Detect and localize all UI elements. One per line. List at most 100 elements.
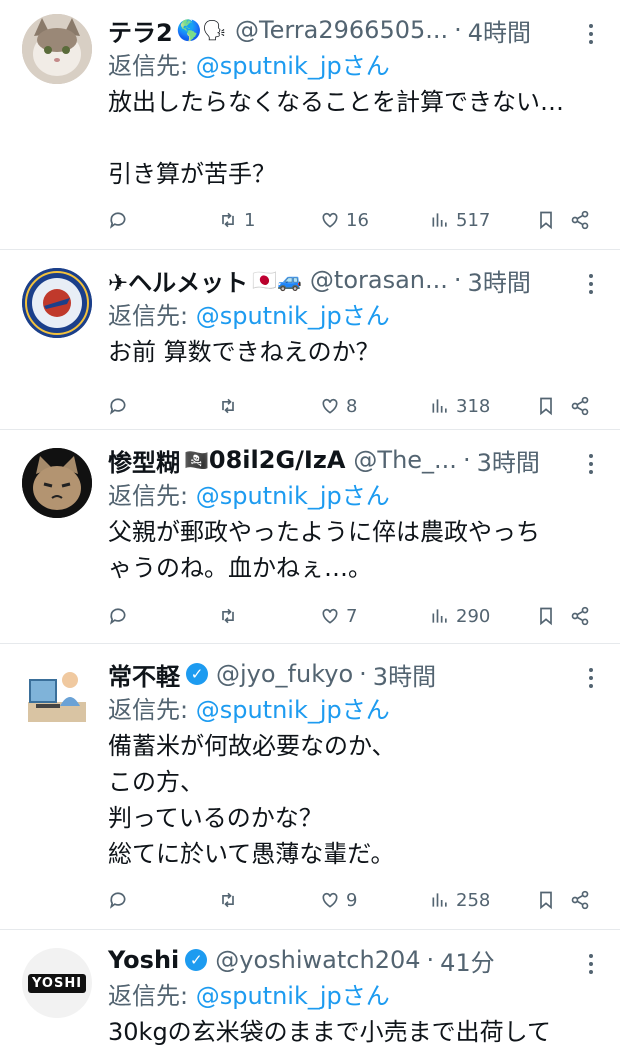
reply-context: 返信先: @sputnik_jpさん (108, 692, 620, 728)
like-count: 16 (346, 209, 369, 231)
retweet-icon (222, 892, 234, 908)
bookmark-button[interactable] (536, 596, 556, 636)
flight-group-emblem-icon[interactable] (22, 268, 92, 338)
tweet-actions: 7 290 (108, 596, 620, 646)
tweet-actions: 8 318 (108, 386, 620, 436)
like-count: 8 (346, 395, 358, 417)
share-button[interactable] (570, 880, 590, 920)
timestamp[interactable]: 3時間 (477, 443, 540, 478)
retweet-button[interactable] (218, 596, 244, 636)
heart-icon (322, 212, 338, 228)
like-button[interactable]: 16 (320, 200, 369, 240)
bookmark-icon (540, 891, 552, 910)
verified-badge-icon: ✓ (185, 949, 208, 971)
tweet[interactable]: ✈ヘルメット 🇯🇵🚙 @torasan... · 3時間 返信先: @sputn… (0, 250, 620, 430)
more-options-icon[interactable] (586, 954, 596, 974)
display-name-suffix[interactable]: 08il2G/IzA (209, 446, 346, 474)
separator-dot: · (426, 946, 435, 974)
reply-prefix: 返信先: (108, 302, 196, 330)
reply-button[interactable] (108, 596, 128, 636)
like-button[interactable]: 9 (320, 880, 357, 920)
retweet-count: 1 (244, 209, 256, 231)
like-count: 7 (346, 605, 358, 627)
display-name[interactable]: テラ2 (108, 13, 173, 48)
reply-mention[interactable]: @sputnik_jpさん (196, 482, 390, 510)
tweet-actions: 9 258 (108, 880, 620, 930)
tweet-text: 父親が郵政やったように倅は農政やっち ゃうのね。血かねぇ…。 (108, 518, 540, 582)
display-name[interactable]: ✈ヘルメット (108, 263, 248, 298)
reply-prefix: 返信先: (108, 482, 196, 510)
share-button[interactable] (570, 596, 590, 636)
user-handle[interactable]: @jyo_fukyo (216, 660, 353, 688)
views-chart-icon (432, 893, 447, 907)
views-button[interactable]: 290 (430, 596, 490, 636)
share-button[interactable] (570, 200, 590, 240)
retweet-button[interactable] (218, 880, 244, 920)
separator-dot: · (462, 446, 471, 474)
avatar-logo-text: YOSHI (27, 973, 87, 993)
tweet-header: Yoshi ✓ @yoshiwatch204 · 41分 (108, 942, 620, 978)
reply-mention[interactable]: @sputnik_jpさん (196, 982, 390, 1010)
tweet[interactable]: 惨型糊 🏴‍☠️ 08il2G/IzA @The_... · 3時間 返信先: … (0, 430, 620, 644)
cat-illustration-icon[interactable] (22, 448, 92, 518)
reply-context: 返信先: @sputnik_jpさん (108, 48, 620, 84)
comment-icon (109, 608, 126, 625)
views-button[interactable]: 517 (430, 200, 490, 240)
yoshi-logo-icon[interactable]: YOSHI (22, 948, 92, 1018)
timestamp[interactable]: 3時間 (373, 657, 436, 692)
heart-icon (322, 398, 338, 414)
reply-prefix: 返信先: (108, 982, 196, 1010)
separator-dot: · (359, 660, 367, 688)
tweet[interactable]: YOSHI Yoshi ✓ @yoshiwatch204 · 41分 返信先: … (0, 930, 620, 1055)
more-options-icon[interactable] (586, 454, 596, 474)
reply-mention[interactable]: @sputnik_jpさん (196, 52, 390, 80)
reply-button[interactable] (108, 386, 128, 426)
view-count: 517 (456, 209, 491, 231)
user-handle[interactable]: @Terra2966505... (235, 16, 448, 44)
user-handle[interactable]: @yoshiwatch204 (215, 946, 420, 974)
timestamp[interactable]: 41分 (440, 943, 495, 978)
display-name[interactable]: 常不軽 (108, 657, 180, 692)
view-count: 318 (456, 395, 491, 417)
tweet[interactable]: テラ2 🌎🗣 @Terra2966505... · 4時間 返信先: @sput… (0, 0, 620, 250)
bookmark-button[interactable] (536, 386, 556, 426)
bookmark-icon (540, 397, 552, 416)
tweet-text: 30kgの玄米袋のままで小売まで出荷して (108, 1018, 551, 1046)
views-button[interactable]: 258 (430, 880, 490, 920)
bookmark-button[interactable] (536, 880, 556, 920)
reply-context: 返信先: @sputnik_jpさん (108, 978, 620, 1014)
tweet-header: ✈ヘルメット 🇯🇵🚙 @torasan... · 3時間 (108, 262, 620, 298)
view-count: 258 (456, 889, 491, 911)
more-options-icon[interactable] (586, 24, 596, 44)
views-button[interactable]: 318 (430, 386, 490, 426)
more-options-icon[interactable] (586, 274, 596, 294)
reply-context: 返信先: @sputnik_jpさん (108, 298, 620, 334)
tweet[interactable]: 常不軽 ✓ @jyo_fukyo · 3時間 返信先: @sputnik_jpさ… (0, 644, 620, 930)
person-at-desk-icon[interactable] (22, 662, 92, 732)
reply-button[interactable] (108, 880, 128, 920)
retweet-icon (222, 212, 234, 228)
reply-mention[interactable]: @sputnik_jpさん (196, 302, 390, 330)
bookmark-button[interactable] (536, 200, 556, 240)
view-count: 290 (456, 605, 491, 627)
display-name[interactable]: Yoshi (108, 946, 179, 974)
separator-dot: · (453, 266, 462, 294)
reply-context: 返信先: @sputnik_jpさん (108, 478, 620, 514)
user-handle[interactable]: @The_... (353, 446, 457, 474)
share-button[interactable] (570, 386, 590, 426)
more-options-icon[interactable] (586, 668, 596, 688)
timestamp[interactable]: 3時間 (468, 263, 531, 298)
cat-photo-icon[interactable] (22, 14, 92, 84)
display-name[interactable]: 惨型糊 (108, 443, 180, 478)
retweet-button[interactable]: 1 (218, 200, 255, 240)
heart-icon (322, 892, 338, 908)
user-handle[interactable]: @torasan... (310, 266, 448, 294)
like-button[interactable]: 8 (320, 386, 357, 426)
timestamp[interactable]: 4時間 (468, 13, 531, 48)
tweet-actions: 1 16 517 (108, 200, 620, 250)
like-button[interactable]: 7 (320, 596, 357, 636)
reply-mention[interactable]: @sputnik_jpさん (196, 696, 390, 724)
reply-prefix: 返信先: (108, 696, 196, 724)
retweet-button[interactable] (218, 386, 244, 426)
reply-button[interactable] (108, 200, 128, 240)
